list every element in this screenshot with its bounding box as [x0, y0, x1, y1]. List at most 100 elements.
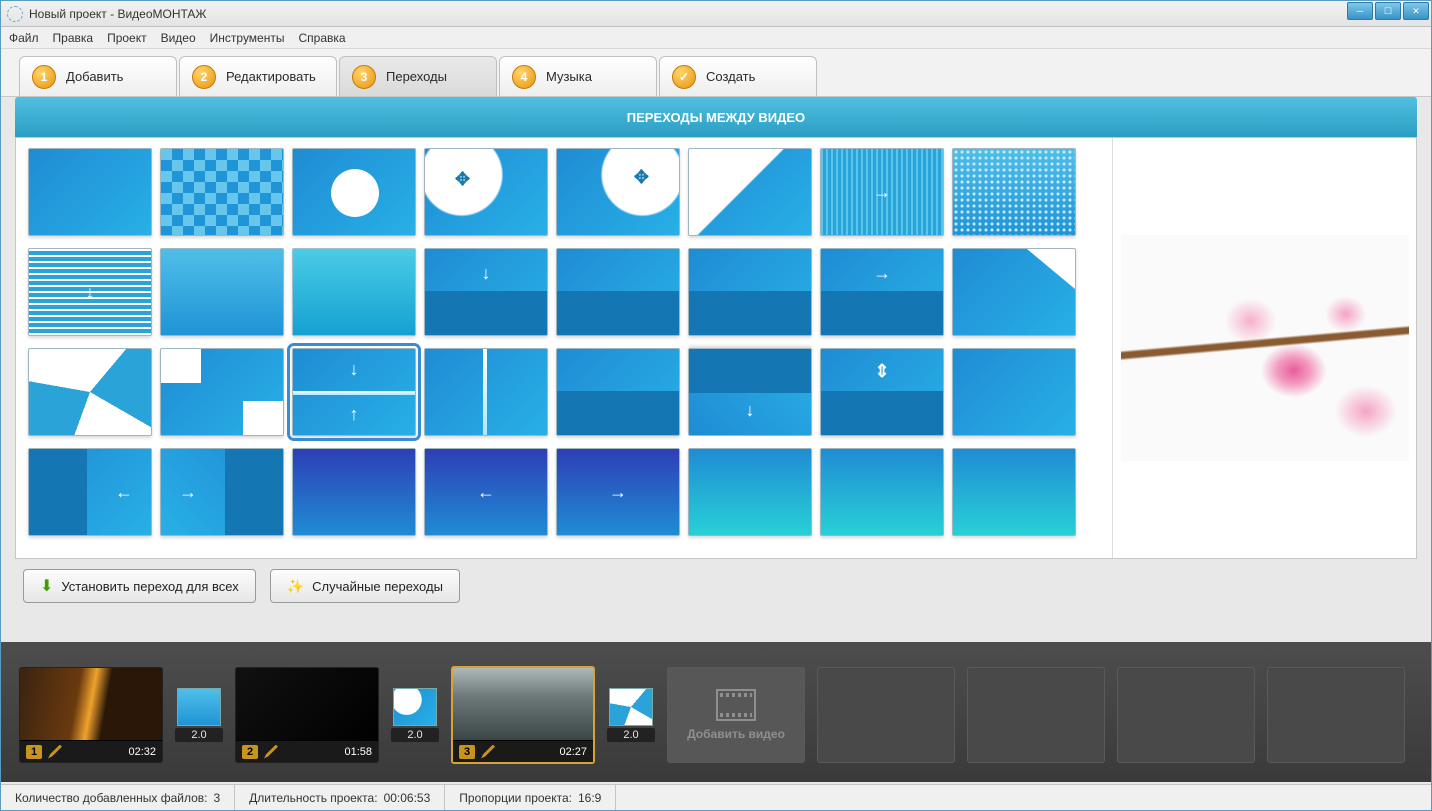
collapse-h-icon: ⇔ [43, 482, 61, 503]
status-files-label: Количество добавленных файлов: [15, 791, 207, 805]
transition-thumb[interactable] [952, 448, 1076, 536]
tab-create[interactable]: ✓ Создать [659, 56, 817, 96]
transition-thumb[interactable] [952, 148, 1076, 236]
arrow-down-icon: ↓ [350, 359, 359, 380]
clip-number: 1 [26, 745, 42, 759]
close-button[interactable]: ✕ [1403, 2, 1429, 20]
timeline-placeholder [1267, 667, 1405, 763]
transition-thumb[interactable] [28, 148, 152, 236]
timeline: 1 02:32 2.0 2 01:58 2.0 3 [1, 642, 1431, 782]
tab-transitions[interactable]: 3 Переходы [339, 56, 497, 96]
arrow-left-icon: ← [477, 482, 495, 503]
clip-thumbnail [20, 668, 162, 740]
filmstrip-icon [716, 689, 756, 721]
arrow-up-icon: ↑ [614, 401, 623, 422]
transition-thumb[interactable] [292, 448, 416, 536]
transition-gallery[interactable]: ✥ ✥ ✥ → ↓ ↓ ← → → ↓↑ ↑ ↓ ⇕⇕ ←⇔ → [16, 138, 1112, 558]
step-3-badge: 3 [352, 65, 376, 89]
transition-thumb[interactable]: → [556, 448, 680, 536]
move-icon: ✥ [634, 167, 649, 188]
transition-thumb[interactable] [160, 348, 284, 436]
add-video-slot[interactable]: Добавить видео [667, 667, 805, 763]
transition-thumb[interactable]: ← [556, 248, 680, 336]
transition-thumb[interactable] [688, 448, 812, 536]
menu-tools[interactable]: Инструменты [210, 31, 285, 45]
collapse-icon: ⇕ [874, 404, 889, 425]
apply-transition-all-button[interactable]: ⬇ Установить переход для всех [23, 569, 256, 603]
timeline-clip-selected[interactable]: 3 02:27 [451, 666, 595, 764]
clip-number: 2 [242, 745, 258, 759]
transition-thumb[interactable] [820, 448, 944, 536]
arrow-down-icon: ↓ [482, 263, 491, 284]
step-2-label: Редактировать [226, 69, 316, 84]
status-aspect-value: 16:9 [578, 791, 601, 805]
transition-thumb[interactable] [424, 348, 548, 436]
clip-thumbnail [236, 668, 378, 740]
menu-project[interactable]: Проект [107, 31, 147, 45]
status-files-value: 3 [213, 791, 220, 805]
transition-thumb[interactable]: ✥ [556, 148, 680, 236]
transition-thumb[interactable] [160, 248, 284, 336]
transition-thumb[interactable]: ←⇔ [28, 448, 152, 536]
timeline-clip[interactable]: 1 02:32 [19, 667, 163, 763]
transition-thumb[interactable]: → [820, 248, 944, 336]
tab-edit[interactable]: 2 Редактировать [179, 56, 337, 96]
menu-help[interactable]: Справка [298, 31, 345, 45]
edit-icon[interactable] [264, 745, 278, 759]
transition-thumb[interactable]: ↓ [688, 348, 812, 436]
transition-thumb[interactable]: ↑ [556, 348, 680, 436]
transition-preview [1121, 235, 1409, 461]
step-4-label: Музыка [546, 69, 592, 84]
timeline-transition[interactable]: 2.0 [607, 688, 655, 742]
move-icon: ✥ [346, 182, 361, 203]
main-area: ✥ ✥ ✥ → ↓ ↓ ← → → ↓↑ ↑ ↓ ⇕⇕ ←⇔ → [15, 137, 1417, 559]
transition-thumb[interactable]: ↓ [28, 248, 152, 336]
tab-add[interactable]: 1 Добавить [19, 56, 177, 96]
arrow-left-icon: ← [609, 301, 627, 322]
timeline-transition[interactable]: 2.0 [175, 688, 223, 742]
minimize-button[interactable]: ─ [1347, 2, 1373, 20]
titlebar: Новый проект - ВидеоМОНТАЖ ─ ☐ ✕ [1, 1, 1431, 27]
random-label: Случайные переходы [312, 579, 443, 594]
transition-thumb[interactable]: → [820, 148, 944, 236]
transition-thumb[interactable]: → [688, 248, 812, 336]
transition-thumb[interactable] [28, 348, 152, 436]
apply-all-label: Установить переход для всех [61, 579, 238, 594]
clip-number: 3 [459, 745, 475, 759]
random-transitions-button[interactable]: ✨ Случайные переходы [270, 569, 460, 603]
transition-thumb[interactable]: ↓ [424, 248, 548, 336]
timeline-placeholder [817, 667, 955, 763]
collapse-icon: ⇕ [874, 361, 889, 382]
transition-thumb[interactable]: ✥ [292, 148, 416, 236]
step-5-label: Создать [706, 69, 755, 84]
actions-row: ⬇ Установить переход для всех ✨ Случайны… [1, 559, 1431, 603]
transition-thumb[interactable] [688, 148, 812, 236]
arrow-right-icon: → [873, 182, 891, 203]
clip-info-bar: 1 02:32 [20, 740, 162, 762]
transition-thumb[interactable]: ⇕⇕ [820, 348, 944, 436]
transition-thumb[interactable] [160, 148, 284, 236]
clip-info-bar: 3 02:27 [453, 740, 593, 762]
transition-thumb[interactable]: ✥ [424, 148, 548, 236]
menu-edit[interactable]: Правка [53, 31, 94, 45]
transition-thumb[interactable] [292, 248, 416, 336]
transition-thumb-selected[interactable]: ↓↑ [292, 348, 416, 436]
status-aspect: Пропорции проекта: 16:9 [445, 785, 616, 810]
transition-chip-thumb [609, 688, 653, 726]
step-4-badge: 4 [512, 65, 536, 89]
step-1-label: Добавить [66, 69, 123, 84]
transition-chip-thumb [177, 688, 221, 726]
edit-icon[interactable] [48, 745, 62, 759]
transition-thumb[interactable]: →⇔ [160, 448, 284, 536]
menu-video[interactable]: Видео [161, 31, 196, 45]
section-title-text: ПЕРЕХОДЫ МЕЖДУ ВИДЕО [627, 110, 805, 125]
maximize-button[interactable]: ☐ [1375, 2, 1401, 20]
edit-icon[interactable] [481, 745, 495, 759]
transition-thumb[interactable] [952, 348, 1076, 436]
timeline-transition[interactable]: 2.0 [391, 688, 439, 742]
tab-music[interactable]: 4 Музыка [499, 56, 657, 96]
timeline-clip[interactable]: 2 01:58 [235, 667, 379, 763]
transition-thumb[interactable]: ← [424, 448, 548, 536]
menu-file[interactable]: Файл [9, 31, 39, 45]
transition-thumb[interactable] [952, 248, 1076, 336]
